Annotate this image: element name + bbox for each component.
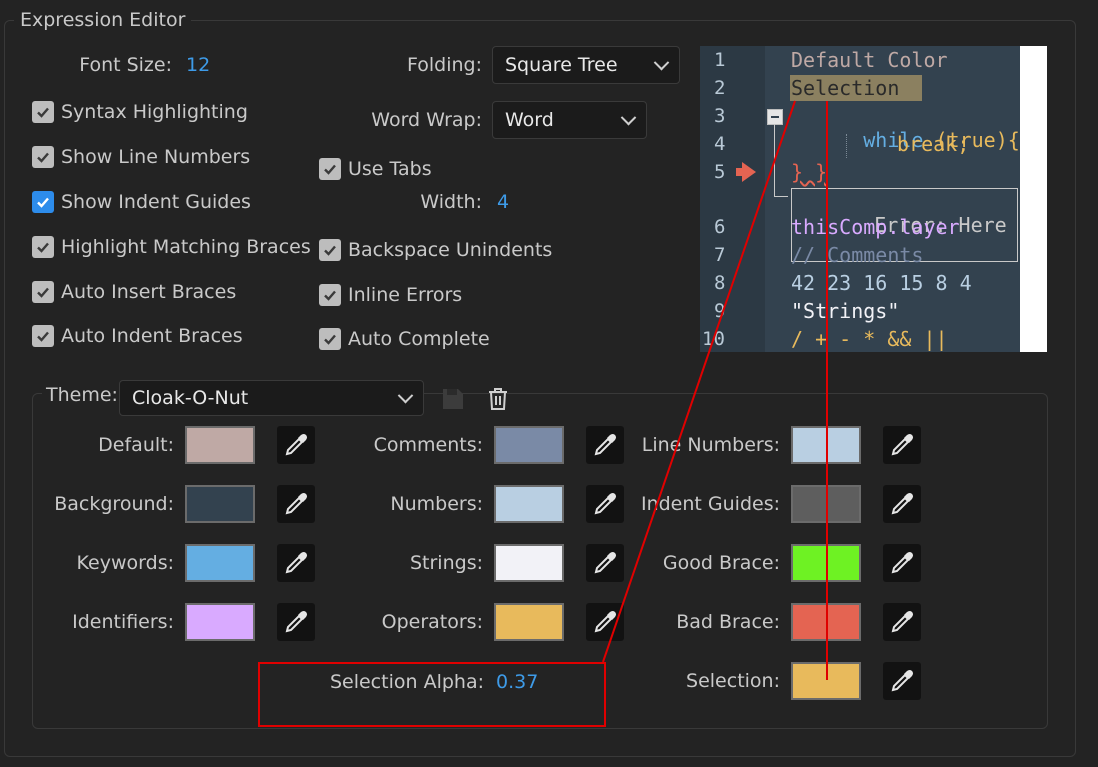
annotation-lines bbox=[602, 100, 828, 680]
annotation-line-alpha bbox=[602, 100, 796, 663]
